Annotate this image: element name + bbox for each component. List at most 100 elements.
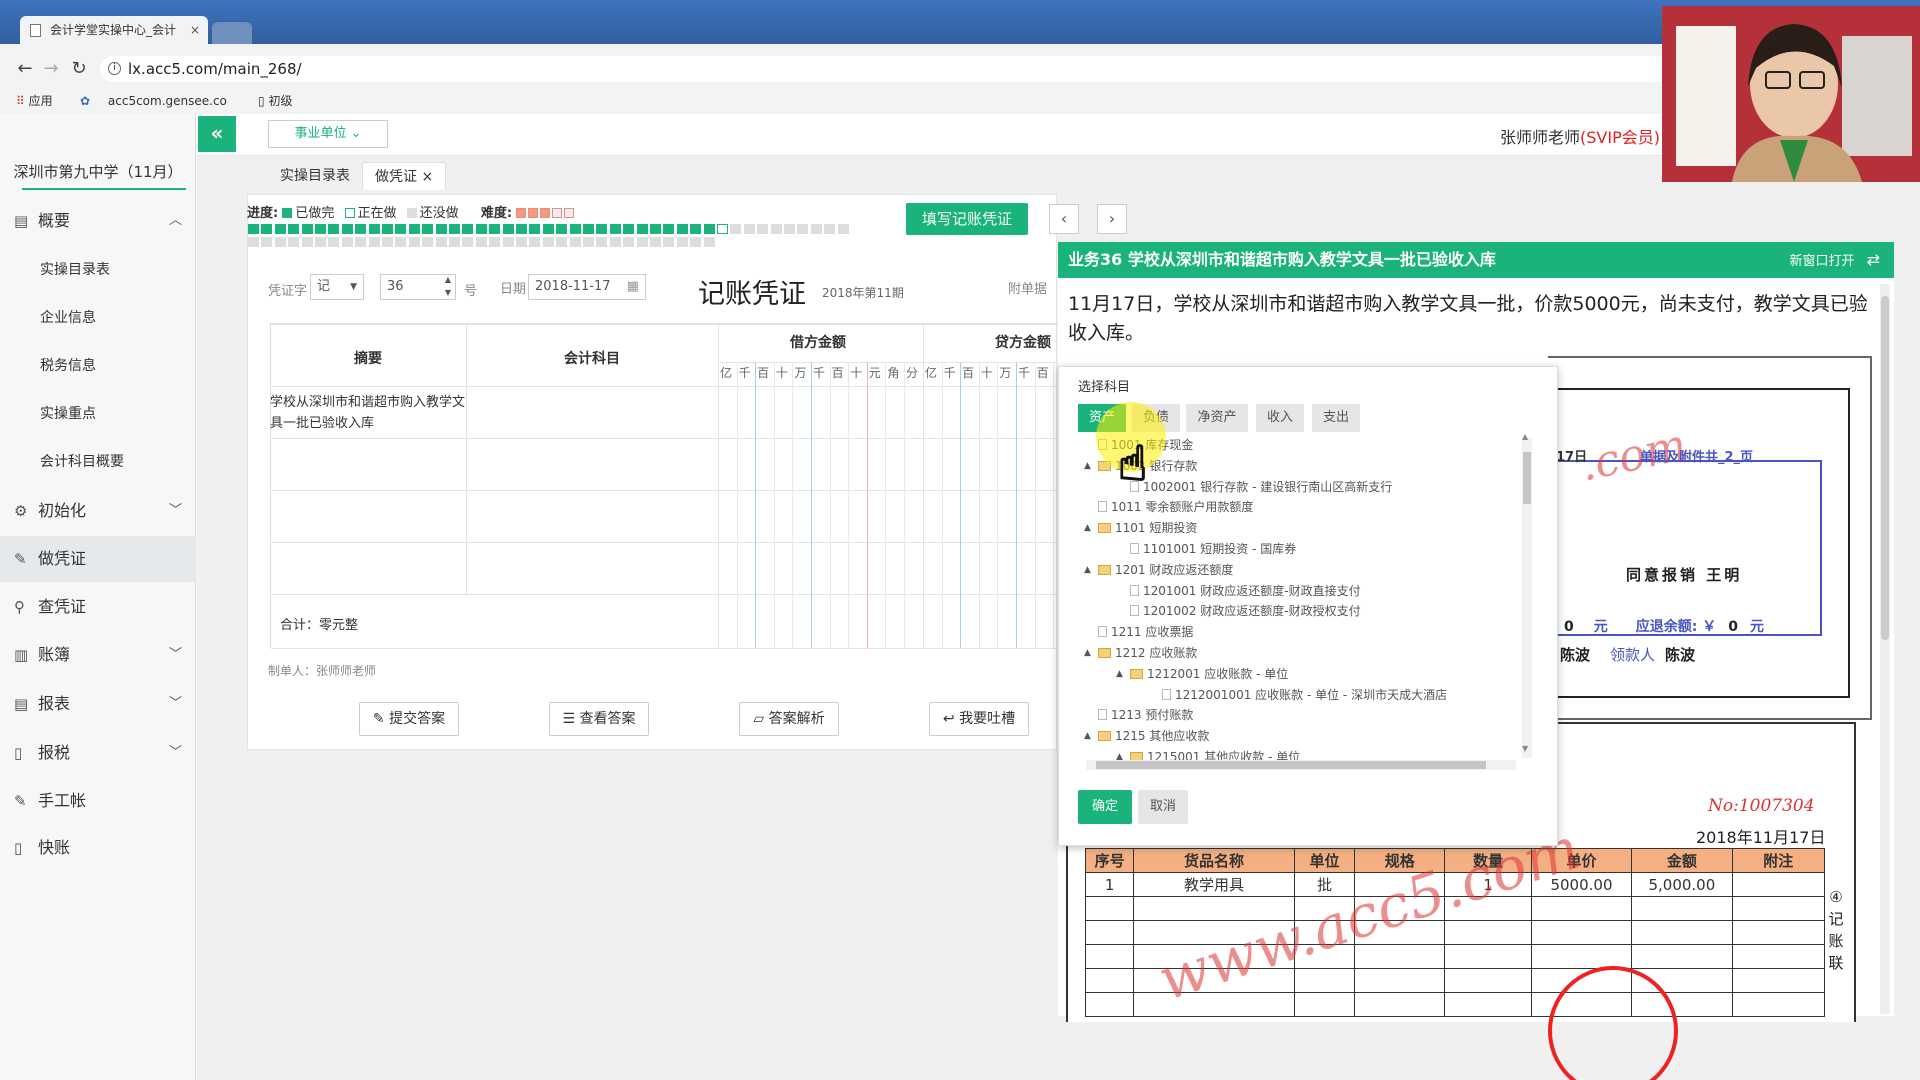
tab-income[interactable]: 收入 xyxy=(1256,404,1304,432)
new-tab-button[interactable] xyxy=(212,22,252,44)
view-answer-button[interactable]: ☰ 查看答案 xyxy=(549,702,649,736)
expand-toggle-icon[interactable]: ▲ xyxy=(1084,731,1091,741)
progress-cell-todo xyxy=(395,237,407,247)
cancel-button[interactable]: 取消 xyxy=(1138,790,1188,824)
progress-cell-done xyxy=(516,224,527,234)
sidebar-sub-catalog[interactable]: 实操目录表 xyxy=(0,246,196,294)
expand-toggle-icon[interactable]: ▲ xyxy=(1084,648,1091,658)
grid-digit-line xyxy=(1016,362,1017,648)
sidebar-item-init[interactable]: ⚙ 初始化 ﹀ xyxy=(0,488,196,534)
credit-digit-header: 万 xyxy=(999,366,1012,380)
credit-digit-header: 十 xyxy=(980,366,993,380)
refund-label: 应退余额: ￥ xyxy=(1635,619,1717,635)
browser-tab[interactable]: 会计学堂实操中心_会计 × xyxy=(20,16,208,44)
refund-yuan: 元 xyxy=(1749,619,1764,635)
reload-icon[interactable]: ↻ xyxy=(68,58,90,80)
invoice-cell xyxy=(1731,872,1826,897)
sidebar-item-overview[interactable]: ▤ 概要 ︿ xyxy=(0,198,196,244)
receipt-approval: 同意报销 王明 xyxy=(1626,566,1743,584)
tree-scrollbar-thumb[interactable] xyxy=(1523,452,1531,504)
progress-cell-done xyxy=(703,224,715,234)
tree-node[interactable]: 1213 预付账款 xyxy=(1098,705,1193,726)
tab-expense[interactable]: 支出 xyxy=(1312,404,1360,432)
scroll-up-icon[interactable]: ▲ xyxy=(1522,432,1528,441)
expand-toggle-icon[interactable]: ▲ xyxy=(1116,669,1123,679)
progress-cell-todo xyxy=(757,224,769,234)
grid-digit-line xyxy=(792,362,794,648)
open-new-window-link[interactable]: 新窗口打开 ⇄ xyxy=(1789,242,1880,280)
sidebar-sub-tax-info[interactable]: 税务信息 xyxy=(0,342,196,390)
tab-net-assets[interactable]: 净资产 xyxy=(1186,404,1248,432)
tree-node[interactable]: 1201 财政应返还额度 xyxy=(1098,560,1233,581)
sidebar-item-quick-book[interactable]: ▯ 快账 xyxy=(0,825,196,871)
number-stepper-icon[interactable]: ▲ ▼ xyxy=(445,273,451,299)
sidebar-item-make-voucher[interactable]: ✎ 做凭证 xyxy=(0,536,196,582)
row-summary[interactable]: 学校从深圳市和谐超市购入教学文具一批已验收入库 xyxy=(270,392,470,434)
date-input[interactable]: 2018-11-17 ▦ xyxy=(528,274,646,300)
sidebar-label: 快账 xyxy=(38,838,71,857)
prev-button[interactable]: ‹ xyxy=(1049,204,1079,234)
back-icon[interactable]: ← xyxy=(14,58,36,80)
swap-icon[interactable]: ⇄ xyxy=(1867,250,1880,269)
tree-node[interactable]: 1101001 短期投资 - 国库券 xyxy=(1130,539,1296,560)
expand-toggle-icon[interactable]: ▲ xyxy=(1084,565,1091,575)
answer-analysis-button[interactable]: ▱ 答案解析 xyxy=(739,702,839,736)
bookmark-gensee[interactable]: ✿ acc5com.gensee.co xyxy=(80,92,227,110)
sidebar-item-query-voucher[interactable]: ⚲ 查凭证 xyxy=(0,584,196,630)
progress-cell-todo xyxy=(502,237,514,247)
address-bar[interactable]: i lx.acc5.com/main_268/ xyxy=(100,56,1680,82)
bookmark-primary[interactable]: ▯ 初级 xyxy=(258,92,292,110)
forward-icon[interactable]: → xyxy=(40,58,62,80)
sidebar-sub-subject-summary[interactable]: 会计科目概要 xyxy=(0,438,196,486)
invoice-cell xyxy=(1444,992,1532,1017)
calendar-icon[interactable]: ▦ xyxy=(627,275,639,299)
sidebar-item-reports[interactable]: ▤ 报表 ﹀ xyxy=(0,681,196,727)
todo-label: 还没做 xyxy=(419,206,459,221)
sidebar-item-ledger[interactable]: ▥ 账簿 ﹀ xyxy=(0,632,196,678)
tree-hscrollbar-thumb[interactable] xyxy=(1096,761,1486,769)
complain-button[interactable]: ↩ 我要吐槽 xyxy=(929,702,1029,736)
tree-node[interactable]: 1212001 应收账款 - 单位 xyxy=(1130,664,1288,685)
progress-cell-done xyxy=(623,224,635,234)
fill-voucher-button[interactable]: 填写记账凭证 xyxy=(906,203,1028,235)
sidebar-item-manual-book[interactable]: ✎ 手工帐 xyxy=(0,778,196,824)
progress-cell-done xyxy=(355,224,367,234)
submit-answer-button[interactable]: ✎ 提交答案 xyxy=(359,702,459,736)
panel-scrollbar-thumb[interactable] xyxy=(1881,296,1889,640)
tree-node[interactable]: 1212001001 应收账款 - 单位 - 深圳市天成大酒店 xyxy=(1162,685,1447,706)
tree-node[interactable]: 1201002 财政应返还额度-财政授权支付 xyxy=(1130,601,1361,622)
progress-cell-done xyxy=(248,224,259,234)
voucher-period: 2018年第11期 xyxy=(822,286,904,300)
bookmark-label: 应用 xyxy=(28,94,53,108)
collapse-sidebar-button[interactable]: « xyxy=(198,116,236,152)
page-icon: ▯ xyxy=(258,94,265,108)
tab-catalog[interactable]: 实操目录表 xyxy=(268,162,362,190)
close-icon[interactable]: × xyxy=(421,169,433,185)
tree-node[interactable]: 1215 其他应收款 xyxy=(1098,726,1209,747)
sidebar-sub-key-points[interactable]: 实操重点 xyxy=(0,390,196,438)
bookmark-apps[interactable]: ⠿ 应用 xyxy=(16,92,53,110)
user-info[interactable]: 张师师老师(SVIP会员) xyxy=(1500,124,1660,148)
confirm-button[interactable]: 确定 xyxy=(1078,790,1132,824)
progress-cell-done xyxy=(328,224,340,234)
info-icon[interactable]: i xyxy=(108,62,121,75)
tree-node[interactable]: 1201001 财政应返还额度-财政直接支付 xyxy=(1130,581,1361,602)
tree-node[interactable]: 1101 短期投资 xyxy=(1098,518,1197,539)
expand-toggle-icon[interactable]: ▲ xyxy=(1084,461,1091,471)
next-button[interactable]: › xyxy=(1097,204,1127,234)
sidebar-sub-company-info[interactable]: 企业信息 xyxy=(0,294,196,342)
tree-node[interactable]: 1002001 银行存款 - 建设银行南山区高新支行 xyxy=(1130,477,1392,498)
invoice-cell xyxy=(1631,896,1733,921)
expand-toggle-icon[interactable]: ▲ xyxy=(1084,523,1091,533)
invoice-cell: 教学用具 xyxy=(1133,872,1295,897)
tree-node[interactable]: 1011 零余额账户用款额度 xyxy=(1098,497,1253,518)
tab-make-voucher[interactable]: 做凭证 × xyxy=(362,162,447,190)
unit-type-select[interactable]: 事业单位 ⌄ xyxy=(268,120,388,148)
scroll-down-icon[interactable]: ▼ xyxy=(1522,744,1528,753)
tree-node[interactable]: 1211 应收票据 xyxy=(1098,622,1193,643)
tree-node[interactable]: 1212 应收账款 xyxy=(1098,643,1197,664)
sidebar-item-tax[interactable]: ▯ 报税 ﹀ xyxy=(0,730,196,776)
tab-close-icon[interactable]: × xyxy=(190,16,200,44)
voucher-word-select[interactable]: 记 ▼ xyxy=(310,274,364,300)
voucher-number-input[interactable]: 36 ▲ ▼ xyxy=(380,274,456,300)
